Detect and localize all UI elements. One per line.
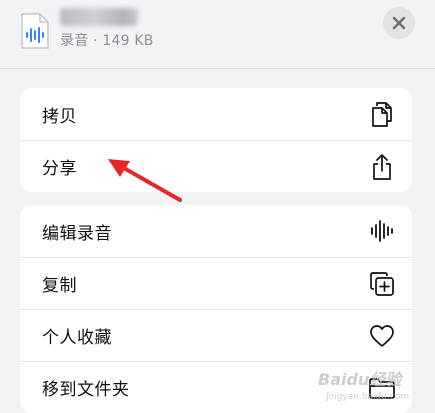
menu-item-label: 编辑录音 <box>42 223 112 244</box>
menu-group-primary: 拷贝 分享 <box>20 88 412 192</box>
menu-item-duplicate[interactable]: 复制 <box>20 257 412 309</box>
menu-item-edit-recording[interactable]: 编辑录音 <box>20 205 412 257</box>
watermark: Baidu经验 <box>318 370 402 389</box>
share-icon <box>368 153 396 181</box>
menu-item-label: 分享 <box>42 159 77 179</box>
red-arrow-icon <box>108 159 182 202</box>
menu-item-label: 移到文件夹 <box>42 380 130 400</box>
file-meta: 录音 · 149 KB <box>60 33 154 49</box>
audio-file-icon <box>21 13 49 49</box>
menu-item-label: 复制 <box>42 276 77 296</box>
menu-item-label: 个人收藏 <box>42 328 112 348</box>
heart-icon <box>368 322 396 350</box>
close-icon <box>392 16 406 30</box>
copy-icon <box>368 100 396 128</box>
menu-item-copy[interactable]: 拷贝 <box>20 88 412 140</box>
file-header: 录音 · 149 KB <box>0 0 435 69</box>
close-button[interactable] <box>383 7 415 39</box>
file-title-blurred <box>60 8 138 26</box>
menu-item-share[interactable]: 分享 <box>20 140 412 192</box>
watermark-sub: jingyan.baidu.com <box>326 392 410 402</box>
duplicate-icon <box>368 270 396 298</box>
menu-item-label: 拷贝 <box>42 106 77 127</box>
menu-item-favorite[interactable]: 个人收藏 <box>20 309 412 361</box>
waveform-icon <box>368 217 396 245</box>
